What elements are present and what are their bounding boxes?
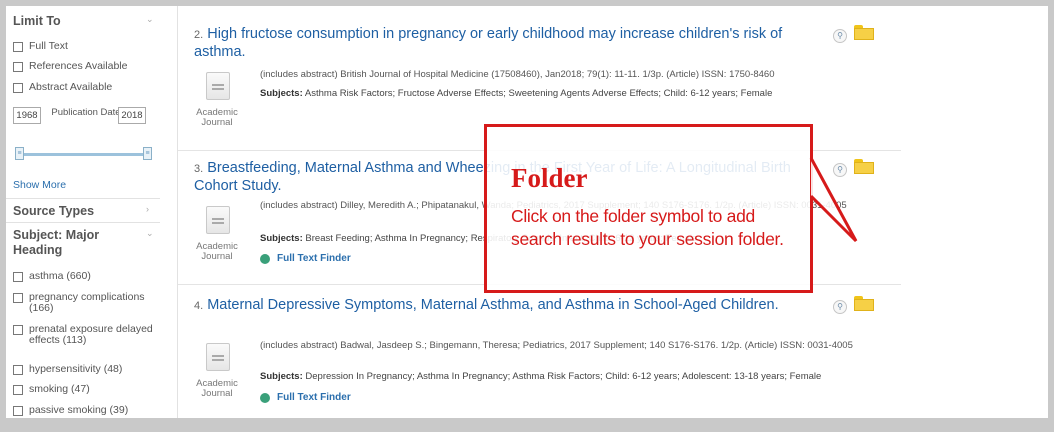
preview-icon[interactable]: ⚲	[833, 29, 847, 43]
document-type-label: Academic Journal	[196, 241, 238, 262]
folder-icon[interactable]	[854, 296, 874, 311]
subjects-label: Subjects:	[260, 371, 303, 382]
abstract-available-filter[interactable]: Abstract Available	[13, 82, 112, 93]
year-to-input[interactable]: 2018	[118, 107, 146, 124]
chevron-down-icon[interactable]: ⌄	[146, 228, 154, 239]
subject-major-heading[interactable]: Subject: Major Heading	[13, 228, 133, 258]
filter-label: pregnancy complications (166)	[29, 291, 145, 314]
folder-body	[854, 28, 874, 40]
subjects-text: Depression In Pregnancy; Asthma In Pregn…	[305, 371, 822, 382]
document-icon	[206, 206, 230, 234]
subjects-text: Asthma Risk Factors; Fructose Adverse Ef…	[304, 88, 773, 99]
publication-date-label: Publication Date	[51, 107, 121, 118]
checkbox[interactable]	[13, 406, 23, 416]
full-text-finder-icon	[260, 253, 270, 264]
result-subjects: Subjects: Depression In Pregnancy; Asthm…	[260, 371, 885, 383]
result-number: 2.	[194, 29, 204, 41]
checkbox[interactable]	[13, 62, 23, 72]
subject-filter-item[interactable]: prenatal exposure delayed effects (113)	[13, 324, 153, 346]
result-title-link[interactable]: Maternal Depressive Symptoms, Maternal A…	[207, 297, 778, 313]
result-title[interactable]: 4. Maternal Depressive Symptoms, Materna…	[194, 297, 824, 315]
folder-callout: Folder Click on the folder symbol to add…	[484, 124, 813, 293]
folder-icon[interactable]	[854, 25, 874, 40]
divider	[6, 198, 160, 199]
source-types-heading[interactable]: Source Types	[13, 204, 94, 218]
subject-filter-item[interactable]: pregnancy complications (166)	[13, 292, 153, 314]
filter-label: Full Text	[29, 40, 68, 52]
subject-filter-item[interactable]: smoking (47)	[13, 384, 90, 395]
full-text-finder-icon	[260, 392, 270, 403]
filter-label: smoking (47)	[29, 383, 90, 395]
callout-title: Folder	[511, 163, 588, 193]
document-type-label: Academic Journal	[196, 107, 238, 128]
date-slider-handle-end[interactable]: ≡	[143, 147, 152, 160]
subject-filter-item[interactable]: asthma (660)	[13, 271, 91, 282]
checkbox[interactable]	[13, 385, 23, 395]
filter-label: Abstract Available	[29, 81, 113, 93]
full-text-finder-label[interactable]: Full Text Finder	[277, 392, 351, 403]
full-text-finder-link[interactable]: Full Text Finder	[260, 392, 351, 403]
result-number: 4.	[194, 300, 204, 312]
callout-body: Click on the folder symbol to add search…	[511, 206, 784, 249]
result-subjects: Subjects: Asthma Risk Factors; Fructose …	[260, 88, 885, 100]
filter-label: prenatal exposure delayed effects (113)	[29, 323, 153, 346]
result-meta: (includes abstract) British Journal of H…	[260, 69, 775, 80]
subject-filter-item[interactable]: hypersensitivity (48)	[13, 364, 122, 375]
document-icon	[206, 72, 230, 100]
checkbox[interactable]	[13, 272, 23, 282]
checkbox[interactable]	[13, 365, 23, 375]
preview-icon[interactable]: ⚲	[833, 300, 847, 314]
filter-label: asthma (660)	[29, 270, 91, 282]
filter-label: References Available	[29, 60, 128, 72]
preview-icon[interactable]: ⚲	[833, 163, 847, 177]
document-icon	[206, 343, 230, 371]
divider	[6, 222, 160, 223]
subjects-label: Subjects:	[260, 88, 303, 99]
full-text-finder-link[interactable]: Full Text Finder	[260, 253, 351, 264]
result-meta: (includes abstract) Badwal, Jasdeep S.; …	[260, 340, 853, 351]
full-text-filter[interactable]: Full Text	[13, 41, 68, 52]
subject-filter-item[interactable]: passive smoking (39)	[13, 405, 128, 416]
date-slider-handle-start[interactable]: ≡	[15, 147, 24, 160]
subjects-label: Subjects:	[260, 233, 303, 244]
chevron-down-icon[interactable]: ⌄	[146, 14, 154, 25]
show-more-link[interactable]: Show More	[13, 179, 66, 191]
checkbox[interactable]	[13, 83, 23, 93]
filter-label: hypersensitivity (48)	[29, 363, 123, 375]
folder-body	[854, 299, 874, 311]
limit-to-heading[interactable]: Limit To	[13, 14, 61, 28]
filter-sidebar: Limit To ⌄ Full Text References Availabl…	[6, 6, 160, 418]
result-title-link[interactable]: High fructose consumption in pregnancy o…	[194, 26, 782, 60]
filter-label: passive smoking (39)	[29, 404, 129, 416]
checkbox[interactable]	[13, 325, 23, 335]
checkbox[interactable]	[13, 42, 23, 52]
document-type-label: Academic Journal	[196, 378, 238, 399]
folder-body	[854, 162, 874, 174]
folder-icon[interactable]	[854, 159, 874, 174]
year-from-input[interactable]: 1968	[13, 107, 41, 124]
references-available-filter[interactable]: References Available	[13, 61, 127, 72]
result-item: 4. Maternal Depressive Symptoms, Materna…	[178, 284, 901, 418]
result-title[interactable]: 2. High fructose consumption in pregnanc…	[194, 26, 824, 61]
full-text-finder-label[interactable]: Full Text Finder	[277, 253, 351, 264]
date-slider-range	[20, 153, 148, 156]
checkbox[interactable]	[13, 293, 23, 303]
result-number: 3.	[194, 163, 204, 175]
chevron-right-icon[interactable]: ›	[146, 204, 149, 214]
